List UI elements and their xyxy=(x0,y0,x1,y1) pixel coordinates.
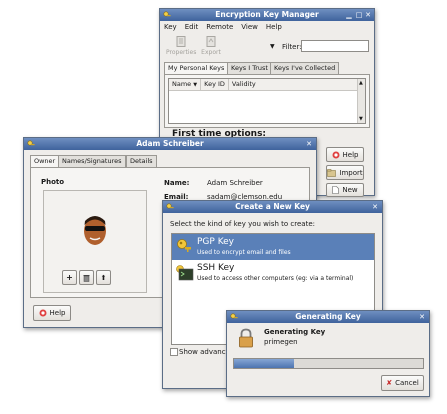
pgp-key-icon xyxy=(177,239,191,252)
help-button[interactable]: Help xyxy=(326,147,364,162)
create-key-title: Create a New Key xyxy=(235,202,310,211)
create-key-titlebar[interactable]: Create a New Key ✕ xyxy=(163,201,382,213)
scroll-up-icon[interactable]: ▲ xyxy=(359,80,363,86)
close-icon[interactable]: ✕ xyxy=(371,203,379,211)
properties-icon xyxy=(176,36,186,47)
pgp-key-desc: Used to encrypt email and files xyxy=(197,249,291,256)
user-photo xyxy=(84,216,106,245)
filter-input[interactable] xyxy=(301,40,369,52)
close-icon[interactable]: ✕ xyxy=(364,11,372,19)
cancel-label: Cancel xyxy=(395,379,419,387)
help-icon xyxy=(332,151,340,158)
add-icon: + xyxy=(66,273,73,282)
trash-icon xyxy=(83,274,90,282)
cancel-icon: ✘ xyxy=(386,379,393,387)
import-button-label: Import xyxy=(339,168,363,177)
delete-photo-button[interactable] xyxy=(79,270,94,285)
maximize-icon[interactable]: □ xyxy=(355,11,363,19)
tab-names-label: Names/Signatures xyxy=(62,157,122,165)
app-key-icon xyxy=(163,11,171,17)
tab-names-signatures[interactable]: Names/Signatures xyxy=(58,155,126,167)
help-button-label: Help xyxy=(342,150,359,159)
ssh-key-desc: Used to access other computers (eg: via … xyxy=(197,275,354,282)
arrow-up-icon: ⬆ xyxy=(100,273,107,282)
properties-titlebar[interactable]: Adam Schreiber ✕ xyxy=(24,138,316,150)
menu-help[interactable]: Help xyxy=(266,23,282,33)
generating-key-titlebar[interactable]: Generating Key ✕ xyxy=(227,311,429,323)
pgp-key-title: PGP Key xyxy=(197,237,235,247)
tab-keys-i-trust-label: Keys I Trust xyxy=(231,64,268,72)
generating-key-title: Generating Key xyxy=(295,312,361,321)
properties-tabs: Owner Names/Signatures Details xyxy=(30,155,310,168)
padlock-icon xyxy=(239,328,253,348)
ekm-title: Encryption Key Manager xyxy=(215,10,319,19)
key-icon xyxy=(27,140,35,146)
menu-key[interactable]: Key xyxy=(164,23,177,33)
generating-key-window: Generating Key ✕ Generating Key primegen… xyxy=(226,310,430,397)
generating-key-name: primegen xyxy=(264,338,298,346)
close-icon[interactable]: ✕ xyxy=(418,313,426,321)
generating-heading: Generating Key xyxy=(264,328,326,336)
close-icon[interactable]: ✕ xyxy=(305,140,313,148)
photo-frame: + ⬆ xyxy=(43,190,147,293)
properties-help-label: Help xyxy=(49,309,66,317)
menu-edit[interactable]: Edit xyxy=(185,23,199,33)
export-button[interactable]: Export xyxy=(198,35,224,59)
tab-keys-collected[interactable]: Keys I've Collected xyxy=(270,62,340,74)
menubar: Key Edit Remote View Help xyxy=(164,23,282,33)
progress-fill xyxy=(234,359,295,368)
tab-details[interactable]: Details xyxy=(126,155,157,167)
key-icon xyxy=(166,203,174,209)
tab-my-personal-keys-label: My Personal Keys xyxy=(168,64,225,72)
photo-label: Photo xyxy=(41,178,65,186)
column-name[interactable]: Name ▼ xyxy=(169,79,202,90)
key-type-pgp[interactable]: PGP Key Used to encrypt email and files xyxy=(172,234,374,260)
sort-down-icon: ▼ xyxy=(193,82,198,88)
key-list[interactable]: Name ▼ Key ID Validity ▲ ▼ xyxy=(168,78,366,124)
column-name-label: Name xyxy=(172,80,192,88)
name-label: Name: xyxy=(164,179,190,187)
column-keyid[interactable]: Key ID xyxy=(201,79,229,90)
cancel-button[interactable]: ✘ Cancel xyxy=(381,375,424,391)
key-type-ssh[interactable]: SSH Key Used to access other computers (… xyxy=(172,260,374,286)
show-advanced-checkbox[interactable] xyxy=(170,348,178,356)
menu-view[interactable]: View xyxy=(241,23,258,33)
menu-remote[interactable]: Remote xyxy=(206,23,233,33)
create-key-prompt: Select the kind of key you wish to creat… xyxy=(170,220,315,228)
properties-title: Adam Schreiber xyxy=(136,139,204,148)
tab-owner-label: Owner xyxy=(34,157,56,165)
help-icon xyxy=(39,309,47,317)
new-document-icon xyxy=(332,186,340,194)
new-button[interactable]: New xyxy=(326,183,364,197)
minimize-icon[interactable]: ▁ xyxy=(345,11,353,19)
key-list-scrollbar[interactable]: ▲ ▼ xyxy=(357,79,365,123)
ekm-tabs: My Personal Keys Keys I Trust Keys I've … xyxy=(164,62,370,75)
import-button[interactable]: Import xyxy=(326,165,364,180)
ssh-terminal-icon xyxy=(176,265,194,281)
ekm-titlebar[interactable]: Encryption Key Manager ▁ □ ✕ xyxy=(160,9,374,21)
properties-help-button[interactable]: Help xyxy=(33,305,71,321)
export-icon xyxy=(206,36,216,47)
ssh-key-title: SSH Key xyxy=(197,263,235,273)
toolbar: Properties Export ▼ Filter: xyxy=(160,35,374,61)
add-photo-button[interactable]: + xyxy=(62,270,77,285)
move-photo-button[interactable]: ⬆ xyxy=(96,270,111,285)
filter-label: Filter: xyxy=(282,43,302,51)
scroll-down-icon[interactable]: ▼ xyxy=(359,116,363,122)
column-validity[interactable]: Validity xyxy=(229,79,259,90)
tab-keys-collected-label: Keys I've Collected xyxy=(274,64,336,72)
name-value: Adam Schreiber xyxy=(207,179,263,187)
key-icon xyxy=(230,313,238,319)
filter-dropdown-icon[interactable]: ▼ xyxy=(270,43,275,50)
tab-keys-i-trust[interactable]: Keys I Trust xyxy=(227,62,272,74)
folder-icon xyxy=(327,168,337,177)
ekm-tab-panel: Name ▼ Key ID Validity ▲ ▼ xyxy=(164,74,370,128)
properties-button[interactable]: Properties xyxy=(166,35,196,59)
new-button-label: New xyxy=(342,186,358,194)
key-list-header: Name ▼ Key ID Validity xyxy=(169,79,365,91)
properties-label: Properties xyxy=(166,49,197,56)
generating-progress-bar xyxy=(233,358,424,369)
export-label: Export xyxy=(201,49,221,56)
tab-details-label: Details xyxy=(130,157,153,165)
